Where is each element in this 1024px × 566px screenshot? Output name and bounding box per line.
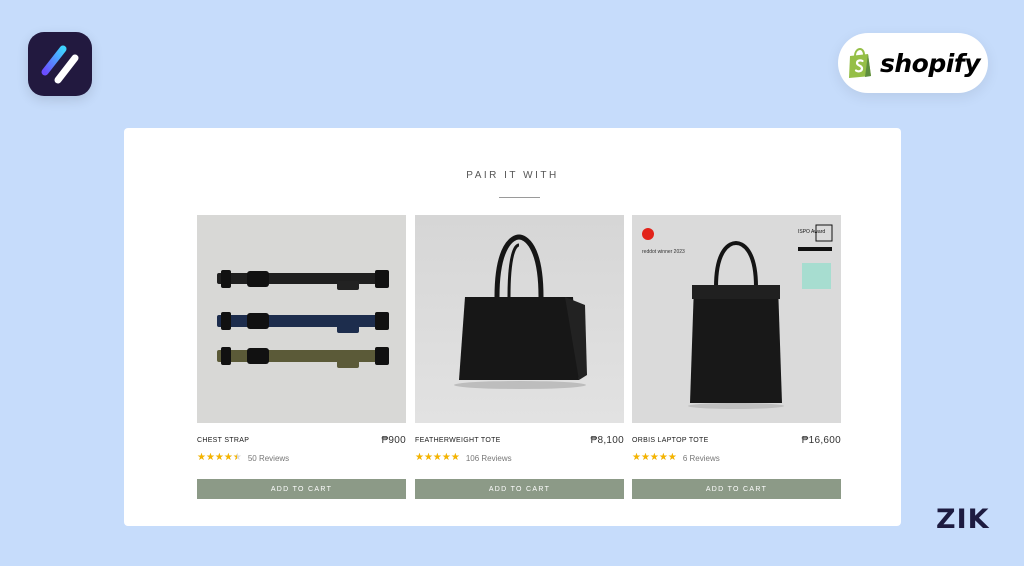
reddot-award-text: reddot winner 2023: [642, 249, 685, 255]
product-name[interactable]: CHEST STRAP: [197, 437, 249, 444]
laptop-tote-image[interactable]: reddot winner 2023 ISPO Award: [632, 215, 841, 423]
review-count[interactable]: 50 Reviews: [248, 454, 289, 463]
title-divider: [499, 197, 540, 198]
star-rating: ★★★★★ ★★★★★: [632, 452, 677, 463]
product-price: ₱8,100: [590, 434, 624, 446]
zik-watermark: ZIK: [936, 504, 990, 535]
review-count[interactable]: 106 Reviews: [466, 454, 512, 463]
review-count[interactable]: 6 Reviews: [683, 454, 720, 463]
green-badge-icon: [802, 263, 831, 289]
add-to-cart-button[interactable]: ADD TO CART: [415, 479, 624, 499]
ispo-award-text: ISPO Award: [798, 229, 825, 235]
section-title: PAIR IT WITH: [466, 170, 559, 181]
shopify-logo: shopify: [838, 33, 988, 93]
product-name[interactable]: ORBIS LAPTOP TOTE: [632, 437, 709, 444]
product-card[interactable]: CHEST STRAP ₱900 ★★★★★ ★★★★★ 50 Reviews …: [197, 215, 406, 499]
product-card[interactable]: FEATHERWEIGHT TOTE ₱8,100 ★★★★★ ★★★★★ 10…: [415, 215, 624, 499]
product-panel: PAIR IT WITH CHEST STRAP ₱900 ★★★★★ ★★★★…: [124, 128, 901, 526]
product-name[interactable]: FEATHERWEIGHT TOTE: [415, 437, 501, 444]
chest-strap-image[interactable]: [197, 215, 406, 423]
star-rating: ★★★★★ ★★★★★: [197, 452, 242, 463]
product-card[interactable]: reddot winner 2023 ISPO Award ORBIS LAPT…: [632, 215, 841, 499]
app-logo-icon: [28, 32, 92, 96]
reddot-badge-icon: [642, 228, 654, 240]
add-to-cart-button[interactable]: ADD TO CART: [632, 479, 841, 499]
shopify-bag-icon: [849, 47, 871, 78]
star-rating: ★★★★★ ★★★★★: [415, 452, 460, 463]
product-price: ₱900: [381, 434, 406, 446]
product-price: ₱16,600: [801, 434, 841, 446]
shopify-wordmark: shopify: [880, 48, 981, 78]
tote-bag-image[interactable]: [415, 215, 624, 423]
add-to-cart-button[interactable]: ADD TO CART: [197, 479, 406, 499]
